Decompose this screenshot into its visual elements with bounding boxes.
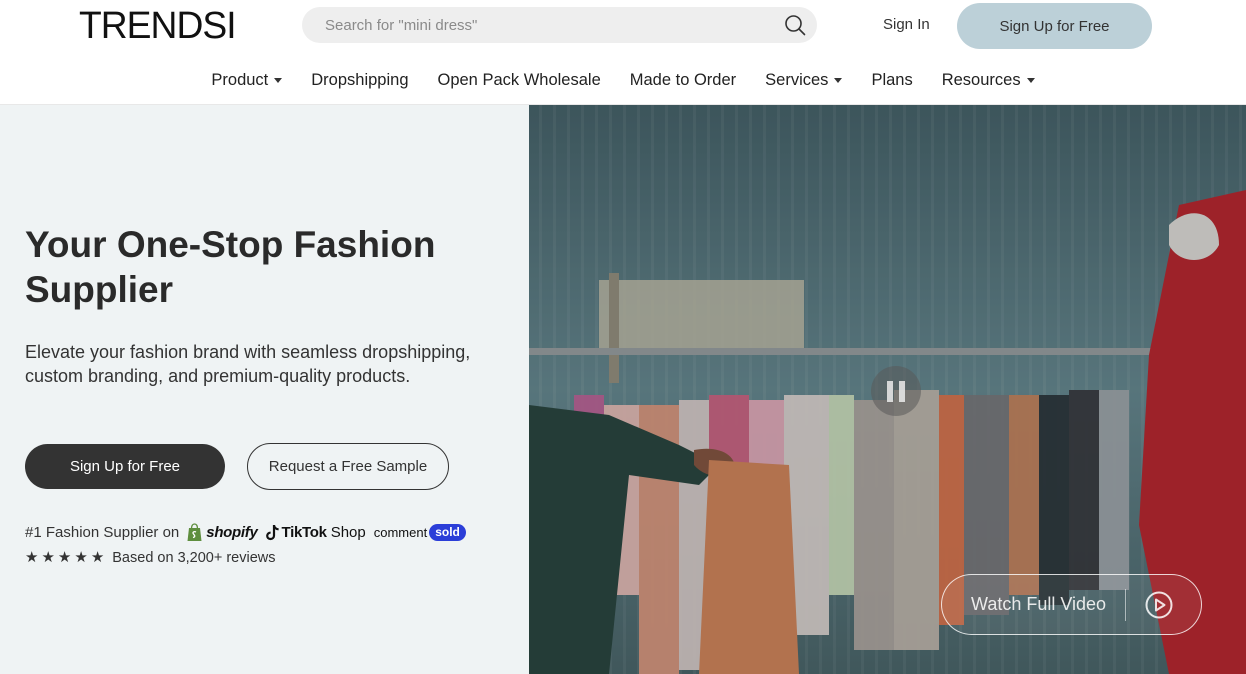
shopify-logo: shopify bbox=[186, 522, 258, 542]
tiktok-shop-wordmark: Shop bbox=[330, 523, 366, 541]
hero-title: Your One-Stop Fashion Supplier bbox=[25, 224, 436, 310]
pause-button[interactable] bbox=[871, 366, 921, 416]
star-icon: ★ bbox=[41, 549, 55, 566]
supplier-prefix: #1 Fashion Supplier on bbox=[25, 523, 180, 541]
sign-in-link[interactable]: Sign In bbox=[876, 13, 937, 37]
caret-down-icon bbox=[834, 77, 843, 83]
reviews-text: Based on 3,200+ reviews bbox=[112, 550, 276, 566]
hero-panel: Your One-Stop Fashion Supplier Elevate y… bbox=[0, 105, 529, 674]
play-icon bbox=[1145, 591, 1173, 619]
sign-up-button-hero[interactable]: Sign Up for Free bbox=[25, 444, 225, 489]
nav-item-resources[interactable]: Resources bbox=[942, 62, 1035, 98]
nav-item-label: Services bbox=[765, 70, 829, 89]
commentsold-comment-text: comment bbox=[373, 524, 428, 540]
pause-icon-bar-left bbox=[887, 381, 893, 402]
caret-down-icon bbox=[1026, 77, 1035, 83]
nav-item-label: Open Pack Wholesale bbox=[437, 70, 601, 89]
sign-up-button-header[interactable]: Sign Up for Free bbox=[957, 3, 1152, 49]
caret-down-icon bbox=[274, 77, 283, 83]
nav-item-label: Resources bbox=[941, 70, 1021, 89]
search-icon[interactable] bbox=[784, 14, 806, 36]
hero-subtitle: Elevate your fashion brand with seamless… bbox=[25, 342, 471, 386]
nav-item-product[interactable]: Product bbox=[211, 62, 283, 98]
watch-full-video-button[interactable]: Watch Full Video bbox=[941, 574, 1202, 635]
search-input[interactable] bbox=[302, 7, 817, 43]
request-sample-button[interactable]: Request a Free Sample bbox=[247, 443, 449, 490]
main-nav: Product Dropshipping Open Pack Wholesale Ma… bbox=[0, 62, 1246, 98]
supplier-badges: #1 Fashion Supplier on shopify TikTok Sh… bbox=[25, 519, 474, 545]
shopify-wordmark: shopify bbox=[206, 523, 258, 541]
tiktok-icon bbox=[265, 524, 279, 540]
nav-item-open-pack-wholesale[interactable]: Open Pack Wholesale bbox=[438, 62, 601, 98]
nav-item-label: Dropshipping bbox=[311, 70, 409, 89]
watch-full-video-label: Watch Full Video bbox=[971, 594, 1107, 614]
nav-item-label: Product bbox=[211, 70, 269, 89]
commentsold-sold-badge: sold bbox=[429, 523, 466, 541]
watch-button-divider bbox=[1125, 589, 1126, 621]
nav-item-label: Made to Order bbox=[629, 70, 737, 89]
rating-row: ★ ★ ★ ★ ★ Based on 3,200+ reviews bbox=[25, 548, 276, 568]
tiktok-wordmark: TikTok bbox=[281, 523, 327, 541]
nav-item-made-to-order[interactable]: Made to Order bbox=[630, 62, 736, 98]
star-icon: ★ bbox=[25, 549, 39, 566]
shopify-bag-icon bbox=[187, 522, 202, 541]
nav-item-label: Plans bbox=[871, 70, 913, 89]
star-icon: ★ bbox=[90, 549, 105, 566]
star-icon: ★ bbox=[57, 549, 72, 566]
star-icon: ★ bbox=[74, 549, 88, 566]
star-rating: ★ ★ ★ ★ ★ bbox=[25, 549, 107, 567]
logo[interactable]: TRENDSI bbox=[79, 6, 237, 46]
hero-video[interactable]: Watch Full Video bbox=[529, 105, 1246, 674]
nav-item-plans[interactable]: Plans bbox=[871, 62, 912, 98]
commentsold-logo: comment sold bbox=[373, 523, 466, 541]
nav-item-dropshipping[interactable]: Dropshipping bbox=[311, 62, 408, 98]
tiktok-shop-logo: TikTok Shop bbox=[265, 523, 366, 541]
search-bar[interactable] bbox=[302, 7, 817, 43]
nav-item-services[interactable]: Services bbox=[765, 62, 843, 98]
pause-icon-bar-right bbox=[899, 381, 905, 402]
